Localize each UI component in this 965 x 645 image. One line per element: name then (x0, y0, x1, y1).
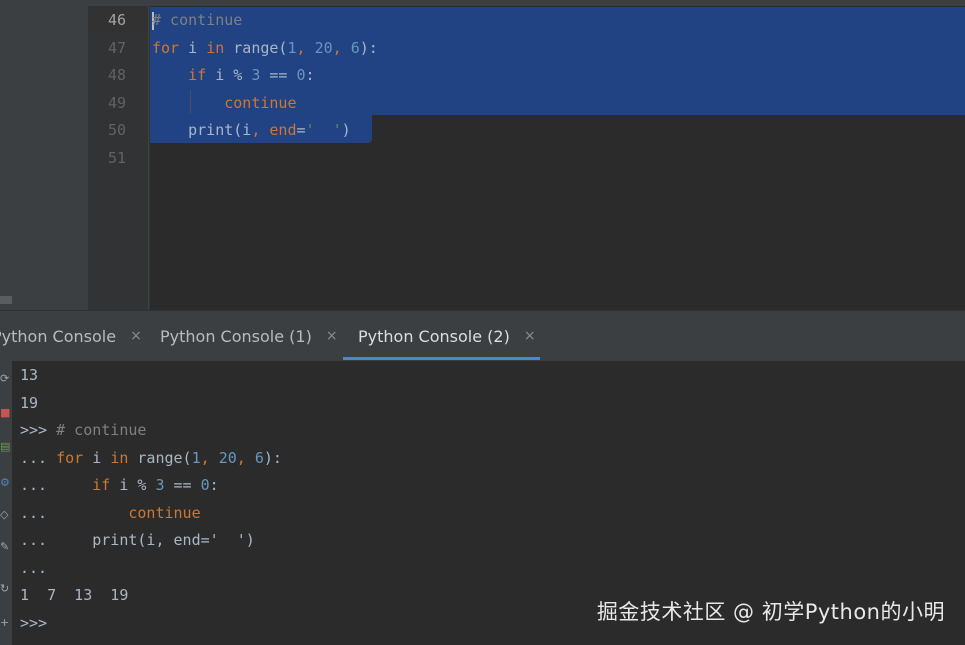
token: ... (20, 448, 57, 467)
code-line: for i in range(1, 20, 6): (152, 35, 378, 62)
tab-label: Python Console (1) (160, 326, 312, 346)
token: 0 (296, 66, 306, 84)
token: ... (20, 558, 48, 577)
token: ) (341, 121, 351, 139)
token: range( (224, 38, 288, 57)
token: : (209, 476, 219, 494)
console-line: ... for i in range(1, 20, 6): (20, 445, 282, 472)
close-icon[interactable]: × (326, 328, 338, 344)
token: : (305, 66, 315, 84)
attach-icon[interactable]: ↻ (0, 583, 10, 595)
token: 1 (287, 38, 297, 57)
token: , (200, 448, 219, 467)
token: in (206, 38, 225, 57)
console-line: >>> # continue (20, 417, 146, 444)
token: 3 (155, 476, 165, 494)
token: = (296, 121, 306, 139)
token: if (92, 476, 111, 494)
token: i % (206, 66, 252, 84)
token: == (260, 66, 297, 84)
console-line: ... (20, 555, 47, 582)
token: range( (128, 448, 192, 467)
code-line: # continue (152, 7, 242, 34)
token: >>> (20, 421, 57, 439)
project-panel-strip (0, 0, 88, 310)
token: ' ' (305, 121, 342, 139)
tab-label: Python Console (0, 326, 117, 346)
line-number: 46 (107, 11, 126, 29)
token: 20 (314, 38, 333, 57)
console-line: 1 7 13 19 (20, 582, 128, 609)
token: , (236, 448, 255, 467)
token: 6 (254, 448, 264, 467)
token: ): (359, 38, 378, 57)
token: 6 (350, 38, 360, 57)
tab-python-console-2[interactable]: Python Console (2) × (358, 311, 536, 361)
token: 13 (20, 366, 39, 384)
token: i (83, 448, 111, 467)
tab-label: Python Console (2) (358, 326, 510, 346)
add-icon[interactable]: + (0, 617, 10, 629)
code-line: continue (152, 90, 297, 117)
token: 1 7 13 19 (20, 586, 129, 604)
token: 1 (191, 448, 201, 467)
line-number: 50 (107, 121, 126, 139)
token: for (56, 448, 84, 467)
token: continue (128, 503, 201, 522)
token: ... print(i, end=' ') (20, 531, 255, 549)
line-number: 47 (107, 38, 126, 57)
tab-python-console[interactable]: Python Console × (0, 311, 142, 361)
console-line: 13 (20, 362, 38, 389)
line-number: 51 (107, 148, 126, 167)
token: i % (110, 476, 156, 494)
token: == (164, 476, 201, 494)
console-line: ... print(i, end=' ') (20, 527, 255, 554)
line-number: 48 (107, 66, 126, 84)
console-line: >>> (20, 610, 47, 637)
token: ... (20, 503, 129, 522)
token: continue (224, 93, 297, 112)
stop-icon[interactable]: ■ (0, 407, 10, 419)
close-icon[interactable]: × (130, 328, 142, 344)
console-line: ... if i % 3 == 0: (20, 472, 219, 499)
code-line: if i % 3 == 0: (152, 62, 315, 89)
line-number: 49 (107, 93, 126, 112)
token: for (152, 38, 180, 57)
console-icon[interactable]: ▤ (0, 441, 10, 453)
token: 0 (200, 476, 210, 494)
token: 19 (20, 393, 39, 412)
token: >>> (20, 613, 48, 632)
token: ... (20, 476, 93, 494)
token: , (296, 38, 315, 57)
token: # continue (56, 421, 147, 439)
edit-icon[interactable]: ✎ (0, 541, 10, 553)
token: print(i (152, 121, 252, 139)
token: in (110, 448, 129, 467)
console-toolbar: ⟳ ■ ▤ ⚙ ◇ ✎ ↻ + (0, 361, 12, 645)
gutter-separator (148, 6, 149, 310)
rerun-icon[interactable]: ⟳ (0, 373, 10, 385)
token: end (269, 121, 297, 139)
token: ): (263, 448, 282, 467)
watermark: 掘金技术社区 @ 初学Python的小明 (596, 600, 945, 624)
console-line: ... continue (20, 500, 201, 527)
console-line: 19 (20, 390, 38, 417)
token: 20 (218, 448, 237, 467)
horizontal-scroll-thumb[interactable] (0, 296, 12, 304)
token: i (179, 38, 207, 57)
token: , (332, 38, 351, 57)
active-tab-indicator (343, 357, 540, 360)
close-icon[interactable]: × (524, 328, 536, 344)
tab-python-console-1[interactable]: Python Console (1) × (160, 311, 338, 361)
code-line: print(i, end=' ') (152, 117, 351, 144)
token: if (188, 66, 207, 84)
token: # continue (152, 11, 243, 29)
token: , (251, 121, 270, 139)
settings-icon[interactable]: ⚙ (0, 477, 10, 489)
eye-icon[interactable]: ◇ (0, 509, 10, 521)
